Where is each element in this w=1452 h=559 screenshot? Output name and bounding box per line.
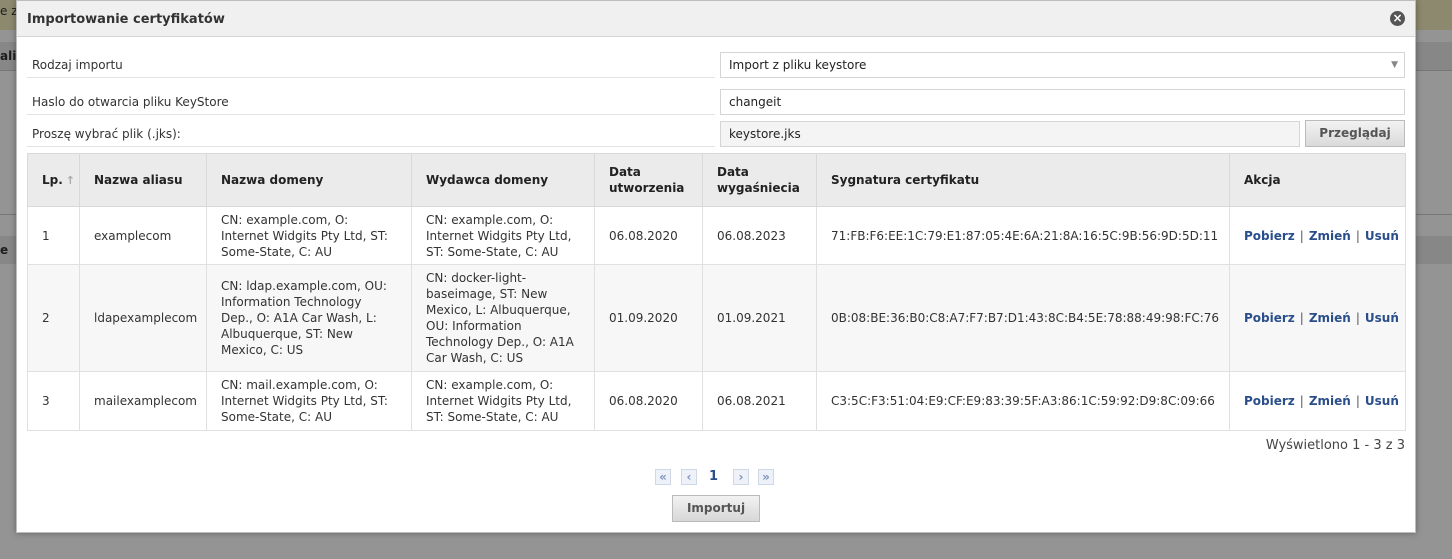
- column-header-domain[interactable]: Nazwa domeny: [206, 153, 412, 207]
- first-page-icon[interactable]: «: [655, 469, 671, 485]
- password-row: Haslo do otwarcia pliku KeyStore changei…: [27, 89, 1405, 117]
- cell-issuer: CN: example.com, O: Internet Widgits Pty…: [411, 371, 595, 431]
- dialog-title: Importowanie certyfikatów: [27, 12, 225, 27]
- column-header-issuer[interactable]: Wydawca domeny: [411, 153, 595, 207]
- file-row: Proszę wybrać plik (.jks): keystore.jks …: [27, 120, 1405, 149]
- cell-domain: CN: ldap.example.com, OU: Information Te…: [206, 264, 412, 372]
- cell-lp: 2: [27, 264, 80, 372]
- cell-domain: CN: mail.example.com, O: Internet Widgit…: [206, 371, 412, 431]
- cell-actions: Pobierz | Zmień | Usuń: [1229, 264, 1406, 372]
- column-header-created[interactable]: Data utworzenia: [594, 153, 703, 207]
- import-type-label: Rodzaj importu: [27, 52, 715, 78]
- dialog-header: Importowanie certyfikatów ×: [17, 1, 1415, 37]
- prev-page-icon[interactable]: ‹: [681, 469, 697, 485]
- cell-signature: 0B:08:BE:36:B0:C8:A7:F7:B7:D1:43:8C:B4:5…: [816, 264, 1230, 372]
- cell-signature: C3:5C:F3:51:04:E9:CF:E9:83:39:5F:A3:86:1…: [816, 371, 1230, 431]
- column-header-signature[interactable]: Sygnatura certyfikatu: [816, 153, 1230, 207]
- password-input[interactable]: changeit: [720, 89, 1405, 115]
- download-link[interactable]: Pobierz: [1244, 311, 1295, 325]
- cell-expires: 06.08.2023: [702, 206, 817, 265]
- download-link[interactable]: Pobierz: [1244, 394, 1295, 408]
- cell-signature: 71:FB:F6:EE:1C:79:E1:87:05:4E:6A:21:8A:1…: [816, 206, 1230, 265]
- table-row: 1 examplecom CN: example.com, O: Interne…: [27, 206, 1406, 265]
- cell-issuer: CN: example.com, O: Internet Widgits Pty…: [411, 206, 595, 265]
- table-header-row: Lp. ↑ Nazwa aliasu Nazwa domeny Wydawca d…: [27, 153, 1406, 207]
- remove-link[interactable]: Usuń: [1365, 229, 1399, 243]
- cell-created: 01.09.2020: [594, 264, 703, 372]
- last-page-icon[interactable]: »: [758, 469, 774, 485]
- cell-lp: 1: [27, 206, 80, 265]
- cell-alias: examplecom: [79, 206, 207, 265]
- certificates-table: Lp. ↑ Nazwa aliasu Nazwa domeny Wydawca d…: [27, 153, 1406, 431]
- cell-alias: ldapexamplecom: [79, 264, 207, 372]
- cell-lp: 3: [27, 371, 80, 431]
- column-header-lp[interactable]: Lp. ↑: [27, 153, 80, 207]
- import-type-select[interactable]: Import z pliku keystore ▼: [720, 52, 1405, 78]
- current-page[interactable]: 1: [709, 469, 718, 484]
- import-type-row: Rodzaj importu Import z pliku keystore ▼: [27, 52, 1405, 80]
- remove-link[interactable]: Usuń: [1365, 394, 1399, 408]
- cell-created: 06.08.2020: [594, 371, 703, 431]
- cell-expires: 06.08.2021: [702, 371, 817, 431]
- remove-link[interactable]: Usuń: [1365, 311, 1399, 325]
- cell-actions: Pobierz | Zmień | Usuń: [1229, 371, 1406, 431]
- cell-issuer: CN: docker-light-baseimage, ST: New Mexi…: [411, 264, 595, 372]
- cell-actions: Pobierz | Zmień | Usuń: [1229, 206, 1406, 265]
- table-row: 2 ldapexamplecom CN: ldap.example.com, O…: [27, 264, 1406, 372]
- file-label: Proszę wybrać plik (.jks):: [27, 121, 715, 147]
- table-row: 3 mailexamplecom CN: mail.example.com, O…: [27, 371, 1406, 431]
- download-link[interactable]: Pobierz: [1244, 229, 1295, 243]
- import-button[interactable]: Importuj: [672, 495, 760, 522]
- change-link[interactable]: Zmień: [1309, 229, 1351, 243]
- cell-domain: CN: example.com, O: Internet Widgits Pty…: [206, 206, 412, 265]
- close-icon[interactable]: ×: [1390, 11, 1405, 26]
- import-certificates-dialog: Importowanie certyfikatów × Rodzaj impor…: [16, 0, 1416, 533]
- column-header-alias[interactable]: Nazwa aliasu: [79, 153, 207, 207]
- cell-alias: mailexamplecom: [79, 371, 207, 431]
- chevron-down-icon: ▼: [1391, 60, 1398, 70]
- column-header-action: Akcja: [1229, 153, 1406, 207]
- sort-arrow-up-icon: ↑: [65, 173, 76, 187]
- cell-created: 06.08.2020: [594, 206, 703, 265]
- import-type-value: Import z pliku keystore: [729, 58, 867, 72]
- next-page-icon[interactable]: ›: [733, 469, 749, 485]
- records-summary: Wyświetlono 1 - 3 z 3: [1265, 438, 1405, 453]
- column-header-expires[interactable]: Data wygaśniecia: [702, 153, 817, 207]
- cell-expires: 01.09.2021: [702, 264, 817, 372]
- password-label: Haslo do otwarcia pliku KeyStore: [27, 89, 715, 115]
- change-link[interactable]: Zmień: [1309, 394, 1351, 408]
- browse-button[interactable]: Przeglądaj: [1305, 120, 1405, 147]
- change-link[interactable]: Zmień: [1309, 311, 1351, 325]
- file-input[interactable]: keystore.jks: [720, 121, 1300, 147]
